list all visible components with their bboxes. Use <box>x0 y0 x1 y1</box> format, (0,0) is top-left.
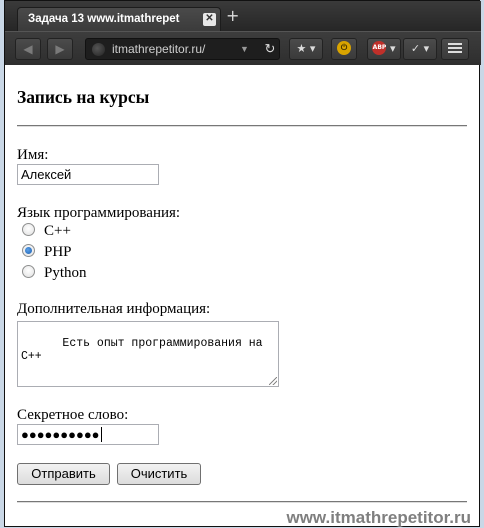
password-mask: ●●●●●●●●●● <box>21 427 100 442</box>
info-textarea[interactable]: Есть опыт программирования на C++ <box>17 321 279 387</box>
new-tab-icon[interactable]: + <box>226 8 239 24</box>
radio-option-python[interactable]: Python <box>22 265 87 283</box>
reset-button[interactable]: Очистить <box>117 463 201 485</box>
hamburger-menu-icon <box>448 41 462 55</box>
name-input[interactable]: Алексей <box>17 164 159 185</box>
submit-button[interactable]: Отправить <box>17 463 110 485</box>
textarea-text: Есть опыт программирования на C++ <box>21 337 263 363</box>
radio-button-checked[interactable] <box>22 244 35 257</box>
radio-label: C++ <box>44 223 71 239</box>
info-label: Дополнительная информация: <box>17 301 211 317</box>
navigation-toolbar: ◀ ▶ itmathrepetitor.ru/ ▼ ↻ ★ ▾ ⏻ ABP ▾ … <box>5 31 481 65</box>
text-cursor <box>100 427 102 442</box>
close-icon[interactable]: ✕ <box>203 13 216 26</box>
divider-bottom <box>17 501 467 503</box>
back-button[interactable]: ◀ <box>15 38 41 60</box>
addon-button-2[interactable]: ✓ ▾ <box>403 38 437 60</box>
addon-button[interactable]: ⏻ <box>331 38 357 60</box>
radio-option-php[interactable]: PHP <box>22 244 72 262</box>
forward-button[interactable]: ▶ <box>47 38 73 60</box>
adblock-icon: ABP <box>372 41 387 55</box>
secret-label: Секретное слово: <box>17 407 129 423</box>
eye-icon: ✓ <box>410 42 421 55</box>
site-icon <box>92 43 105 56</box>
divider <box>17 125 467 127</box>
page-content: Запись на курсы Имя: Алексей Язык програ… <box>5 65 479 527</box>
power-icon: ⏻ <box>337 41 351 55</box>
menu-button[interactable] <box>441 38 469 60</box>
name-label: Имя: <box>17 147 49 163</box>
address-bar[interactable]: itmathrepetitor.ru/ ▼ ↻ <box>85 38 280 60</box>
reload-icon[interactable]: ↻ <box>260 39 280 59</box>
radio-option-cpp[interactable]: C++ <box>22 223 71 241</box>
star-icon: ★ <box>296 42 307 55</box>
browser-window: Задача 13 www.itmathrepet ✕ + ◀ ▶ itmath… <box>4 0 481 527</box>
resize-grip-icon[interactable] <box>269 377 277 385</box>
radio-button[interactable] <box>22 223 35 236</box>
language-label: Язык программирования: <box>17 205 181 221</box>
password-input[interactable]: ●●●●●●●●●● <box>17 424 159 445</box>
chevron-down-icon[interactable]: ▼ <box>240 39 249 59</box>
radio-label: Python <box>44 265 87 281</box>
radio-label: PHP <box>44 244 72 260</box>
bookmark-button[interactable]: ★ ▾ <box>289 38 323 60</box>
page-title: Запись на курсы <box>17 87 150 107</box>
chevron-down-icon: ▾ <box>309 42 316 55</box>
tab-title: Задача 13 www.itmathrepet <box>28 13 180 25</box>
tab-strip: Задача 13 www.itmathrepet ✕ + <box>5 1 481 31</box>
chevron-down-icon: ▾ <box>389 42 396 55</box>
watermark: www.itmathrepetitor.ru <box>286 508 471 527</box>
radio-button[interactable] <box>22 265 35 278</box>
chevron-down-icon: ▾ <box>423 42 430 55</box>
adblock-button[interactable]: ABP ▾ <box>367 38 401 60</box>
tab-active[interactable]: Задача 13 www.itmathrepet ✕ <box>17 7 221 31</box>
url-text: itmathrepetitor.ru/ <box>112 42 206 56</box>
forward-arrow-icon: ▶ <box>55 42 65 56</box>
back-arrow-icon: ◀ <box>23 42 33 56</box>
